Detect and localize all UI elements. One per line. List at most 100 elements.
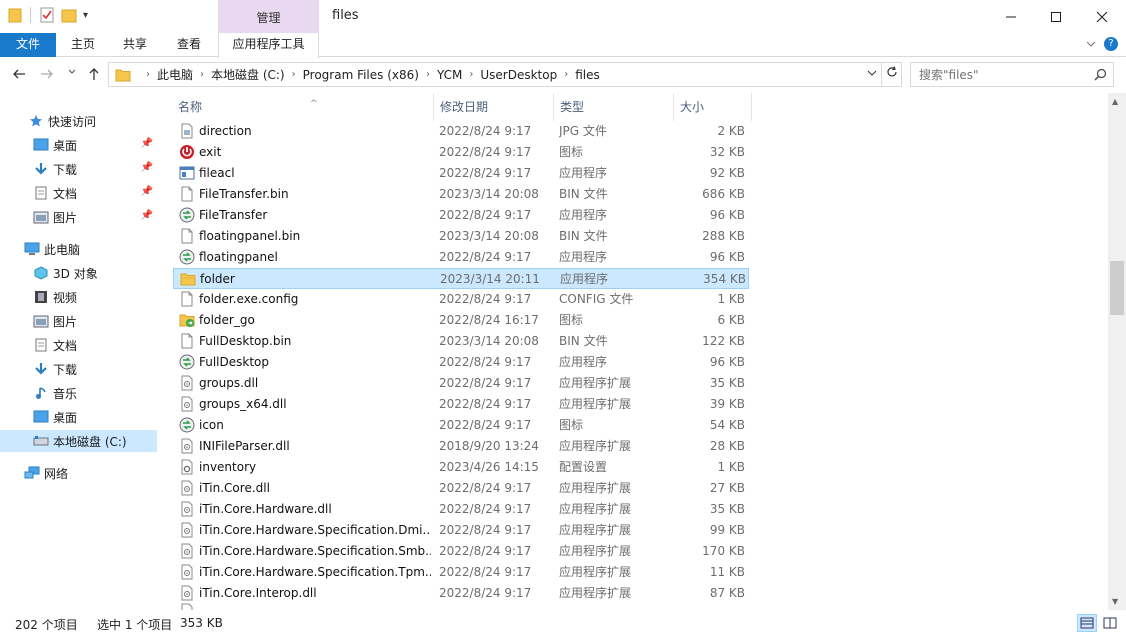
minimize-button[interactable] — [988, 0, 1034, 33]
nav-pictures[interactable]: 图片 — [0, 310, 157, 332]
details-view-button[interactable] — [1077, 614, 1097, 632]
column-header-size[interactable]: 大小 — [674, 93, 752, 121]
breadcrumb-files[interactable]: files — [575, 68, 600, 82]
file-name: direction — [199, 124, 252, 138]
tab-view[interactable]: 查看 — [166, 33, 212, 57]
tab-file[interactable]: 文件 — [0, 33, 56, 57]
up-button[interactable] — [87, 67, 101, 85]
table-row[interactable]: folder.exe.config 2022/8/24 9:17 CONFIG 文件… — [173, 289, 749, 310]
table-row[interactable]: iTin.Core.Hardware.dll 2022/8/24 9:17 应用程序… — [173, 499, 749, 520]
search-box[interactable] — [910, 62, 1114, 87]
table-row[interactable]: floatingpanel 2022/8/24 9:17 应用程序 96 KB — [173, 247, 749, 268]
address-dropdown-button[interactable] — [867, 68, 877, 81]
nav-this-pc[interactable]: 此电脑 — [0, 238, 157, 260]
folder-icon[interactable] — [8, 7, 22, 23]
tab-share[interactable]: 共享 — [112, 33, 158, 57]
refresh-button[interactable] — [882, 62, 902, 87]
breadcrumb-userdesktop[interactable]: UserDesktop — [480, 68, 557, 82]
large-icons-view-button[interactable] — [1100, 614, 1120, 632]
scroll-thumb[interactable] — [1110, 261, 1124, 315]
address-bar[interactable]: › 此电脑 › 本地磁盘 (C:) › Program Files (x86) … — [108, 62, 882, 87]
properties-icon[interactable] — [39, 7, 55, 23]
nav-videos[interactable]: 视频 — [0, 286, 157, 308]
column-header-type[interactable]: 类型 — [554, 93, 674, 121]
table-row[interactable]: iTin.Core.dll 2022/8/24 9:17 应用程序扩展 27 KB — [173, 478, 749, 499]
scroll-up-icon[interactable]: ▲ — [1112, 97, 1118, 106]
nav-downloads[interactable]: 下载 — [0, 358, 157, 380]
table-row[interactable]: folder 2023/3/14 20:11 应用程序 354 KB — [173, 268, 749, 289]
new-folder-icon[interactable] — [61, 7, 77, 23]
tab-home[interactable]: 主页 — [60, 33, 106, 57]
file-size: 28 KB — [709, 439, 745, 453]
breadcrumb-ycm[interactable]: YCM — [437, 68, 462, 82]
table-row[interactable]: direction 2022/8/24 9:17 JPG 文件 2 KB — [173, 121, 749, 142]
column-header-name[interactable]: ^ 名称 — [172, 93, 434, 121]
file-type: 应用程序 — [559, 166, 608, 180]
pin-icon[interactable]: 📌 — [141, 138, 153, 149]
column-header-date[interactable]: 修改日期 — [434, 93, 554, 121]
table-row[interactable]: FullDesktop.bin 2023/3/14 20:08 BIN 文件 122 … — [173, 331, 749, 352]
table-row-partial[interactable] — [173, 601, 749, 610]
back-button[interactable] — [12, 67, 26, 85]
table-row[interactable]: inventory 2023/4/26 14:15 配置设置 1 KB — [173, 457, 749, 478]
pin-icon[interactable]: 📌 — [141, 162, 153, 173]
table-row[interactable]: iTin.Core.Hardware.Specification.Dmi... 2… — [173, 520, 749, 541]
forward-button[interactable] — [40, 67, 54, 85]
breadcrumb-program-files[interactable]: Program Files (x86) — [303, 68, 419, 82]
file-date: 2022/8/24 9:17 — [439, 397, 532, 411]
pin-icon[interactable]: 📌 — [141, 186, 153, 197]
file-date: 2023/4/26 14:15 — [439, 460, 539, 474]
file-name: exit — [199, 145, 222, 159]
help-icon[interactable]: ? — [1104, 37, 1118, 51]
table-row[interactable]: groups.dll 2022/8/24 9:17 应用程序扩展 35 KB — [173, 373, 749, 394]
nav-music[interactable]: 音乐 — [0, 382, 157, 404]
tab-app-tools[interactable]: 应用程序工具 — [218, 33, 319, 58]
nav-quick-desktop[interactable]: 桌面 📌 — [0, 134, 157, 156]
table-row[interactable]: floatingpanel.bin 2023/3/14 20:08 BIN 文件 28… — [173, 226, 749, 247]
breadcrumb-separator[interactable]: › — [426, 69, 430, 80]
table-row[interactable]: FullDesktop 2022/8/24 9:17 应用程序 96 KB — [173, 352, 749, 373]
table-row[interactable]: fileacl 2022/8/24 9:17 应用程序 92 KB — [173, 163, 749, 184]
vertical-scrollbar[interactable]: ▲ ▼ — [1108, 93, 1126, 610]
nav-quick-downloads[interactable]: 下载 📌 — [0, 158, 157, 180]
app-arrows-icon — [179, 417, 195, 433]
nav-quick-pictures[interactable]: 图片 📌 — [0, 206, 157, 228]
table-row[interactable]: exit 2022/8/24 9:17 图标 32 KB — [173, 142, 749, 163]
nav-network[interactable]: 网络 — [0, 462, 157, 484]
file-size: 92 KB — [709, 166, 745, 180]
breadcrumb-separator[interactable]: › — [564, 69, 568, 80]
nav-local-disk[interactable]: 本地磁盘 (C:) — [0, 430, 157, 452]
maximize-button[interactable] — [1033, 0, 1079, 33]
pin-icon[interactable]: 📌 — [141, 210, 153, 221]
customize-qat-icon[interactable]: ▾ — [83, 10, 88, 21]
table-row[interactable]: INIFileParser.dll 2018/9/20 13:24 应用程序扩展 28… — [173, 436, 749, 457]
table-row[interactable]: iTin.Core.Hardware.Specification.Tpm... 2… — [173, 562, 749, 583]
table-row[interactable]: icon 2022/8/24 9:17 图标 54 KB — [173, 415, 749, 436]
dll-file-icon — [179, 543, 195, 559]
file-type: 应用程序扩展 — [559, 481, 632, 495]
breadcrumb-separator[interactable]: › — [200, 69, 204, 80]
nav-desktop[interactable]: 桌面 — [0, 406, 157, 428]
table-row[interactable]: FileTransfer.bin 2023/3/14 20:08 BIN 文件 686… — [173, 184, 749, 205]
nav-3d-objects[interactable]: 3D 对象 — [0, 262, 157, 284]
table-row[interactable]: iTin.Core.Hardware.Specification.Smb... 2… — [173, 541, 749, 562]
folder-icon — [115, 69, 131, 81]
nav-quick-documents[interactable]: 文档 📌 — [0, 182, 157, 204]
table-row[interactable]: folder_go 2022/8/24 16:17 图标 6 KB — [173, 310, 749, 331]
breadcrumb-separator[interactable]: › — [469, 69, 473, 80]
document-icon — [33, 337, 49, 353]
nav-quick-access[interactable]: 快速访问 — [0, 110, 157, 132]
recent-locations-button[interactable] — [68, 68, 76, 79]
table-row[interactable]: groups_x64.dll 2022/8/24 9:17 应用程序扩展 39 KB — [173, 394, 749, 415]
scroll-down-icon[interactable]: ▼ — [1112, 597, 1118, 606]
search-input[interactable] — [911, 63, 1081, 86]
breadcrumb-separator[interactable]: › — [292, 69, 296, 80]
table-row[interactable]: FileTransfer 2022/8/24 9:17 应用程序 96 KB — [173, 205, 749, 226]
breadcrumb-this-pc[interactable]: 此电脑 — [157, 66, 193, 83]
search-icon[interactable] — [1094, 68, 1107, 84]
chevron-down-icon[interactable] — [1086, 38, 1096, 52]
nav-documents[interactable]: 文档 — [0, 334, 157, 356]
dll-file-icon — [179, 375, 195, 391]
close-button[interactable] — [1079, 0, 1125, 33]
breadcrumb-local-disk[interactable]: 本地磁盘 (C:) — [211, 66, 285, 83]
